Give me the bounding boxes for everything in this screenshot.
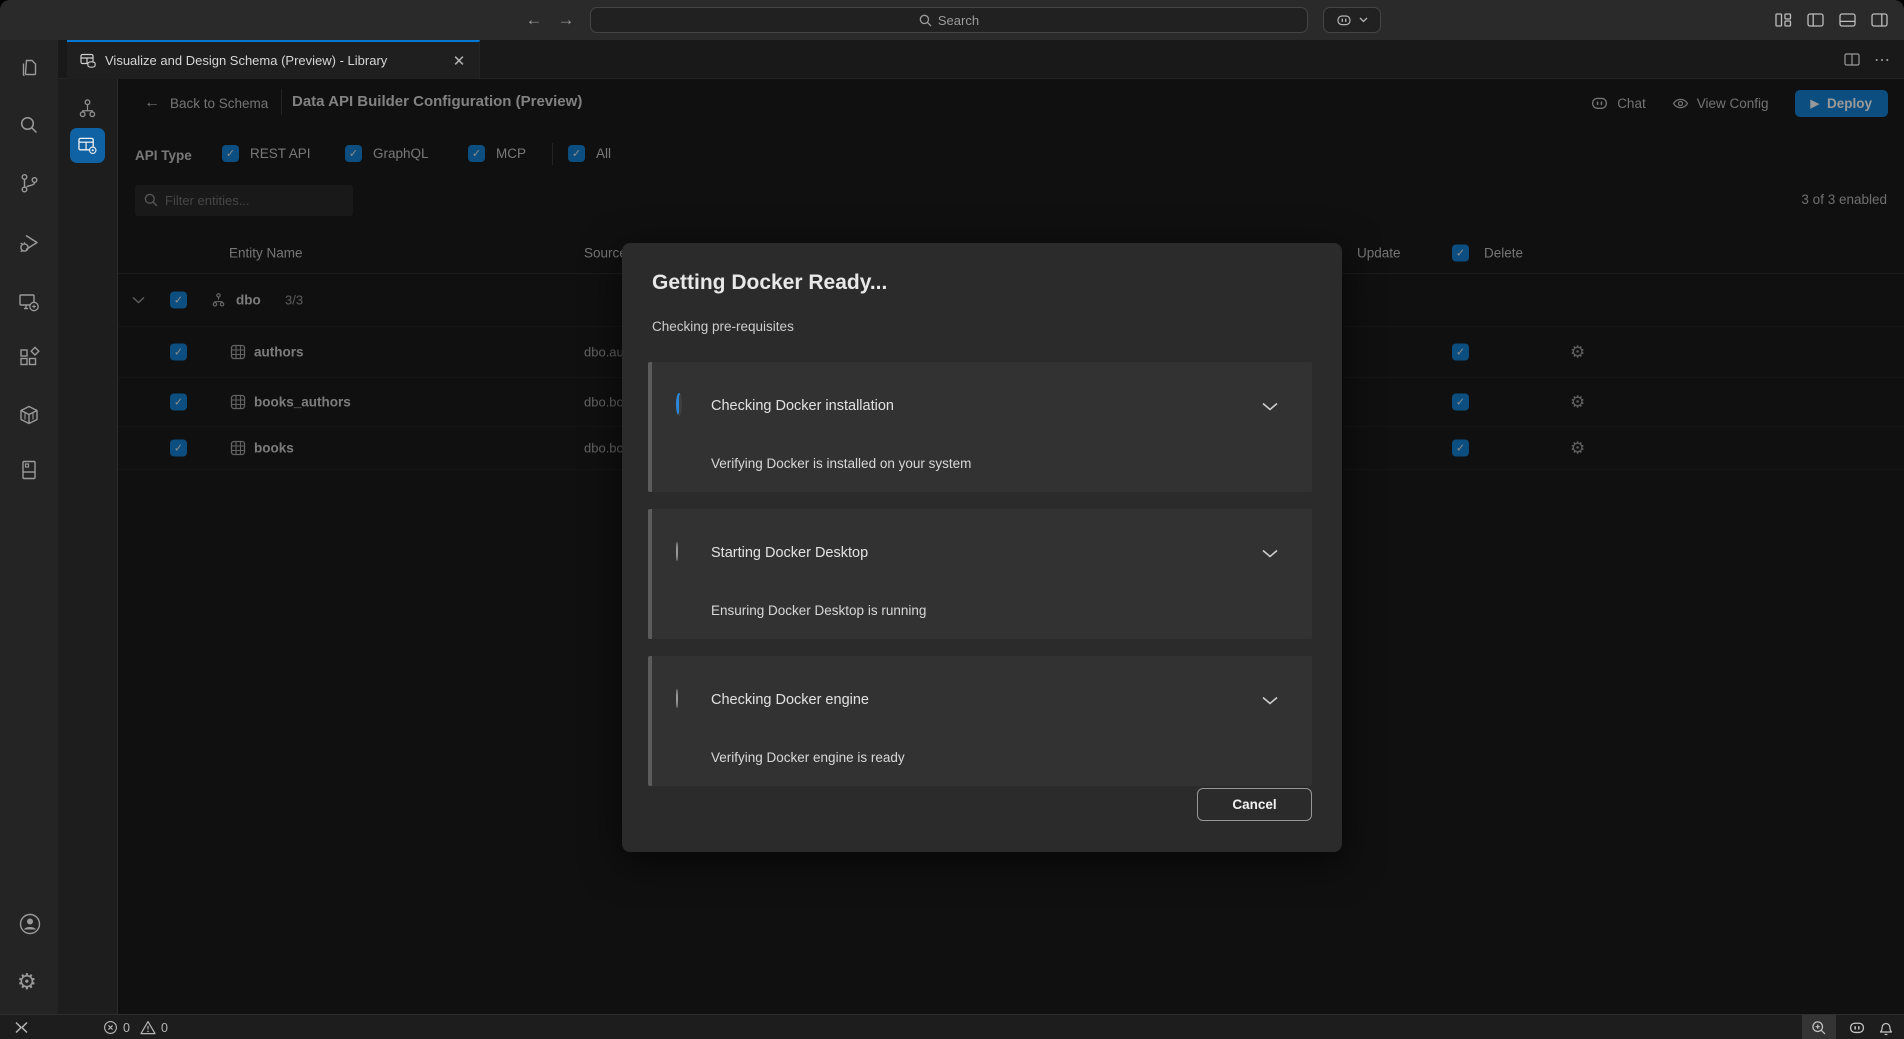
tab-label: Visualize and Design Schema (Preview) - …: [105, 53, 441, 68]
search-placeholder: Search: [938, 13, 979, 28]
warning-icon: [140, 1020, 156, 1035]
pending-circle-icon: [676, 543, 678, 561]
tab-bar: Visualize and Design Schema (Preview) - …: [58, 40, 1904, 79]
dialog-subtitle: Checking pre-requisites: [652, 319, 794, 334]
table-config-view-button[interactable]: [70, 128, 105, 163]
chevron-down-icon[interactable]: [1262, 549, 1278, 558]
containers-icon[interactable]: [17, 403, 41, 427]
step-docker-engine: Checking Docker engine Verifying Docker …: [648, 656, 1312, 786]
search-icon: [919, 14, 932, 27]
remote-explorer-icon[interactable]: [17, 290, 41, 314]
step-title: Starting Docker Desktop: [711, 545, 868, 561]
chevron-down-icon[interactable]: [1262, 402, 1278, 411]
vscode-window: ← → Search: [0, 0, 1904, 1039]
step-description: Ensuring Docker Desktop is running: [711, 603, 926, 618]
notifications-bell-icon[interactable]: [1878, 1020, 1894, 1036]
copilot-status-icon[interactable]: [1848, 1020, 1866, 1035]
search-sidebar-icon[interactable]: [17, 113, 41, 137]
source-control-icon[interactable]: [17, 171, 41, 195]
more-actions-icon[interactable]: ⋯: [1874, 50, 1890, 70]
toggle-panel-icon[interactable]: [1839, 12, 1856, 28]
chevron-down-icon: [1359, 17, 1368, 23]
error-count: 0: [123, 1021, 130, 1035]
step-description: Verifying Docker is installed on your sy…: [711, 456, 971, 471]
activity-bar: ⚙: [0, 40, 58, 1014]
problems-errors[interactable]: 0: [103, 1020, 130, 1035]
table-gear-icon: [77, 136, 98, 155]
step-header[interactable]: Checking Docker installation: [652, 386, 1312, 426]
docker-ready-dialog: Getting Docker Ready... Checking pre-req…: [622, 243, 1342, 852]
step-docker-desktop: Starting Docker Desktop Ensuring Docker …: [648, 509, 1312, 639]
warning-count: 0: [161, 1021, 168, 1035]
command-search-box[interactable]: Search: [590, 7, 1308, 33]
dialog-title: Getting Docker Ready...: [652, 271, 887, 295]
pending-circle-icon: [676, 690, 678, 708]
spinner-icon: [676, 396, 682, 414]
extensions-icon[interactable]: [17, 346, 41, 370]
step-description: Verifying Docker engine is ready: [711, 750, 905, 765]
zoom-in-icon: [1811, 1020, 1827, 1036]
problems-warnings[interactable]: 0: [140, 1020, 168, 1035]
database-projects-icon[interactable]: [17, 458, 41, 482]
copilot-menu-button[interactable]: [1323, 7, 1381, 33]
toggle-secondary-sidebar-icon[interactable]: [1871, 12, 1888, 28]
error-icon: [103, 1020, 118, 1035]
step-header[interactable]: Checking Docker engine: [652, 680, 1312, 720]
schema-designer-icon: [80, 53, 97, 68]
cancel-button[interactable]: Cancel: [1197, 788, 1312, 821]
status-bar: 0 0: [0, 1014, 1904, 1039]
step-docker-installation: Checking Docker installation Verifying D…: [648, 362, 1312, 492]
title-bar: ← → Search: [0, 0, 1904, 40]
step-header[interactable]: Starting Docker Desktop: [652, 533, 1312, 573]
settings-gear-icon[interactable]: ⚙: [17, 971, 41, 995]
step-title: Checking Docker engine: [711, 692, 869, 708]
split-editor-icon[interactable]: [1844, 52, 1860, 67]
remote-indicator-icon[interactable]: [12, 1020, 31, 1035]
customize-layout-icon[interactable]: [1775, 12, 1792, 28]
run-debug-icon[interactable]: [17, 231, 41, 255]
explorer-icon[interactable]: [17, 56, 41, 80]
chevron-down-icon[interactable]: [1262, 696, 1278, 705]
schema-visualize-view-icon[interactable]: [76, 97, 99, 120]
nav-back-button[interactable]: ←: [522, 8, 546, 32]
step-title: Checking Docker installation: [711, 398, 894, 414]
toggle-primary-sidebar-icon[interactable]: [1807, 12, 1824, 28]
copilot-icon: [1336, 13, 1352, 27]
zoom-in-indicator[interactable]: [1802, 1015, 1836, 1039]
nav-forward-button[interactable]: →: [554, 8, 578, 32]
accounts-icon[interactable]: [17, 911, 41, 935]
designer-view-rail: [58, 79, 118, 1014]
tab-visualize-design-schema[interactable]: Visualize and Design Schema (Preview) - …: [67, 40, 480, 79]
close-icon[interactable]: ✕: [449, 51, 469, 71]
